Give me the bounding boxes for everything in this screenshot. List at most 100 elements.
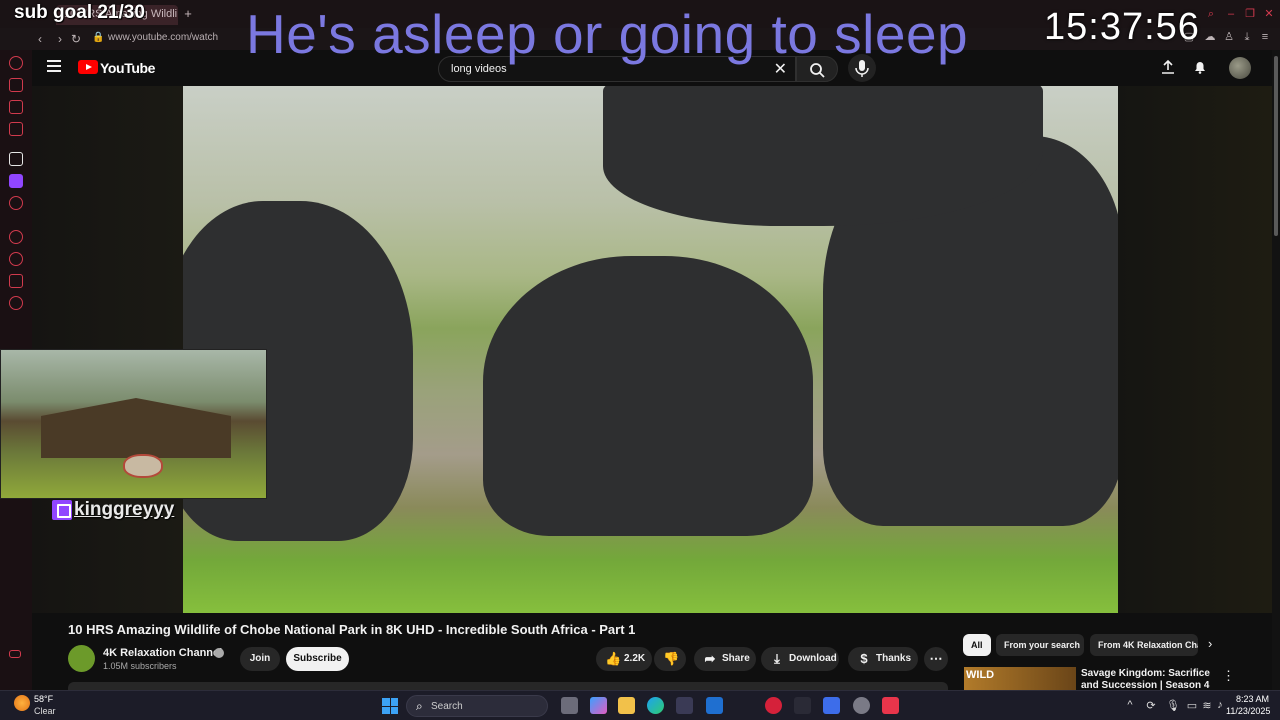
edge-icon[interactable] (647, 697, 664, 714)
url-field[interactable]: www.youtube.com/watch (108, 32, 218, 43)
account-avatar[interactable] (1229, 57, 1251, 79)
sidebar-app-icon[interactable] (9, 122, 23, 136)
subscriber-count: 1.05M subscribers (103, 661, 177, 671)
windows-taskbar: 58°F Clear ⌕ Search ^ ⟳ 🎙 ▭ ≋ ♪ 8:23 AM … (0, 690, 1280, 720)
thanks-label: Thanks (876, 653, 912, 664)
sidebar-messenger-icon[interactable] (9, 100, 23, 114)
tray-sync-icon[interactable]: ⟳ (1145, 699, 1157, 712)
description-box[interactable] (68, 682, 948, 690)
weather-description[interactable]: Clear (34, 706, 56, 716)
tray-mic-icon[interactable]: 🎙 (1166, 699, 1180, 712)
thanks-button[interactable]: $ Thanks (848, 647, 918, 671)
taskbar-time[interactable]: 8:23 AM (1236, 694, 1269, 704)
download-label: Download (789, 653, 837, 664)
lock-icon: 🔒 (92, 32, 105, 43)
tiktok-icon[interactable] (882, 697, 899, 714)
chips-next-icon[interactable]: › (1208, 636, 1212, 651)
ambient-right (1118, 86, 1272, 613)
share-label: Share (722, 653, 750, 664)
taskbar-search-label: Search (431, 701, 463, 712)
weather-icon[interactable] (14, 695, 30, 711)
webcam-hut (41, 398, 231, 458)
thumbs-up-icon: 👍 (605, 651, 622, 666)
sidebar-twitch-icon[interactable] (9, 174, 23, 188)
sidebar-aria-icon[interactable] (9, 152, 23, 166)
scroll-thumb[interactable] (1274, 56, 1278, 236)
thumbs-down-icon: 👎 (663, 651, 680, 666)
tf-app-icon[interactable] (794, 697, 811, 714)
store-icon[interactable] (676, 697, 693, 714)
recommended-thumbnail[interactable]: WILD (964, 667, 1076, 690)
chip-all[interactable]: All (963, 634, 991, 656)
tray-volume-icon[interactable]: ♪ (1214, 699, 1226, 711)
recommended-more-icon[interactable]: ⋮ (1222, 668, 1235, 684)
reload-icon[interactable]: ↻ (68, 31, 84, 47)
chip-from-channel[interactable]: From 4K Relaxation Cha (1090, 634, 1198, 656)
page-scrollbar[interactable] (1272, 50, 1280, 690)
sidebar-gx-icon[interactable] (9, 650, 21, 658)
like-button[interactable]: 👍 2.2K (596, 647, 652, 671)
recommended-title[interactable]: Savage Kingdom: Sacrifice and Succession… (1081, 668, 1216, 690)
close-icon[interactable]: ✕ (1262, 8, 1276, 20)
tray-wifi-icon[interactable]: ≋ (1201, 699, 1213, 712)
sidebar-bag-icon[interactable] (9, 78, 23, 92)
taskbar-search-box[interactable]: ⌕ Search (406, 695, 548, 717)
hamburger-menu-icon[interactable] (47, 60, 61, 72)
create-upload-icon[interactable] (1160, 59, 1176, 75)
sidebar-clock-icon[interactable] (9, 252, 23, 266)
minimize-icon[interactable]: – (1224, 8, 1238, 20)
menu-icon[interactable]: ≡ (1258, 30, 1272, 44)
start-windows-icon[interactable] (382, 698, 398, 714)
youtube-logo-icon[interactable] (78, 60, 98, 74)
easy-setup-icon[interactable]: ☁ (1203, 30, 1217, 44)
more-actions-button[interactable]: ⋯ (924, 647, 948, 671)
subscribe-button[interactable]: Subscribe (286, 647, 349, 671)
chip-from-your-search[interactable]: From your search (996, 634, 1084, 656)
download-button[interactable]: ⤓ Download (761, 647, 839, 671)
sidebar-music-icon[interactable] (9, 196, 23, 210)
video-player[interactable] (183, 86, 1118, 613)
obs-icon[interactable] (853, 697, 870, 714)
back-icon[interactable]: ‹ (32, 31, 48, 47)
weather-temperature[interactable]: 58°F (34, 694, 53, 704)
dislike-button[interactable]: 👎 (654, 647, 686, 671)
taskbar-date[interactable]: 11/23/2025 (1226, 706, 1270, 716)
downloads-icon[interactable]: ⤓ (1240, 30, 1254, 44)
download-icon: ⤓ (774, 651, 780, 666)
share-icon: ➦ (704, 651, 716, 666)
tray-display-icon[interactable]: ▭ (1186, 699, 1198, 712)
sidebar-player-icon[interactable] (9, 230, 23, 244)
maximize-icon[interactable]: ❐ (1243, 8, 1257, 20)
opera-gx-icon[interactable] (765, 697, 782, 714)
copilot-icon[interactable] (590, 697, 607, 714)
forward-icon[interactable]: › (52, 31, 68, 47)
thanks-icon: $ (860, 651, 868, 666)
youtube-logo-text[interactable]: YouTube (100, 60, 155, 76)
profile-icon[interactable]: ♙ (1222, 30, 1236, 44)
notifications-bell-icon[interactable] (1192, 59, 1208, 75)
task-view-icon[interactable] (561, 697, 578, 714)
search-tabs-icon[interactable]: ⌕ (1204, 8, 1218, 20)
virtualbox-icon[interactable] (823, 697, 840, 714)
share-button[interactable]: ➦ Share (694, 647, 756, 671)
tray-chevron-icon[interactable]: ^ (1124, 699, 1136, 711)
file-explorer-icon[interactable] (618, 697, 635, 714)
taskbar-search-icon: ⌕ (416, 699, 423, 713)
recommended-thumb-label: WILD (966, 669, 995, 681)
sidebar-settings-icon[interactable] (9, 296, 23, 310)
outlook-icon[interactable] (706, 697, 723, 714)
webcam-tortoise (123, 454, 163, 478)
video-title: 10 HRS Amazing Wildlife of Chobe Nationa… (68, 622, 636, 637)
like-count: 2.2K (624, 653, 646, 664)
elephant-calf (483, 256, 813, 536)
sidebar-pin-icon[interactable] (9, 274, 23, 288)
verified-badge-icon (214, 648, 224, 658)
twitch-icon (52, 500, 72, 520)
sub-goal-overlay: sub goal 21/30 (14, 2, 145, 23)
clock-overlay: 15:37:56 (1044, 6, 1200, 48)
new-tab-icon[interactable]: + (180, 6, 196, 22)
sidebar-history-icon[interactable] (9, 56, 23, 70)
join-button[interactable]: Join (240, 647, 280, 671)
channel-avatar[interactable] (68, 645, 95, 672)
channel-name[interactable]: 4K Relaxation Channel (103, 647, 222, 659)
